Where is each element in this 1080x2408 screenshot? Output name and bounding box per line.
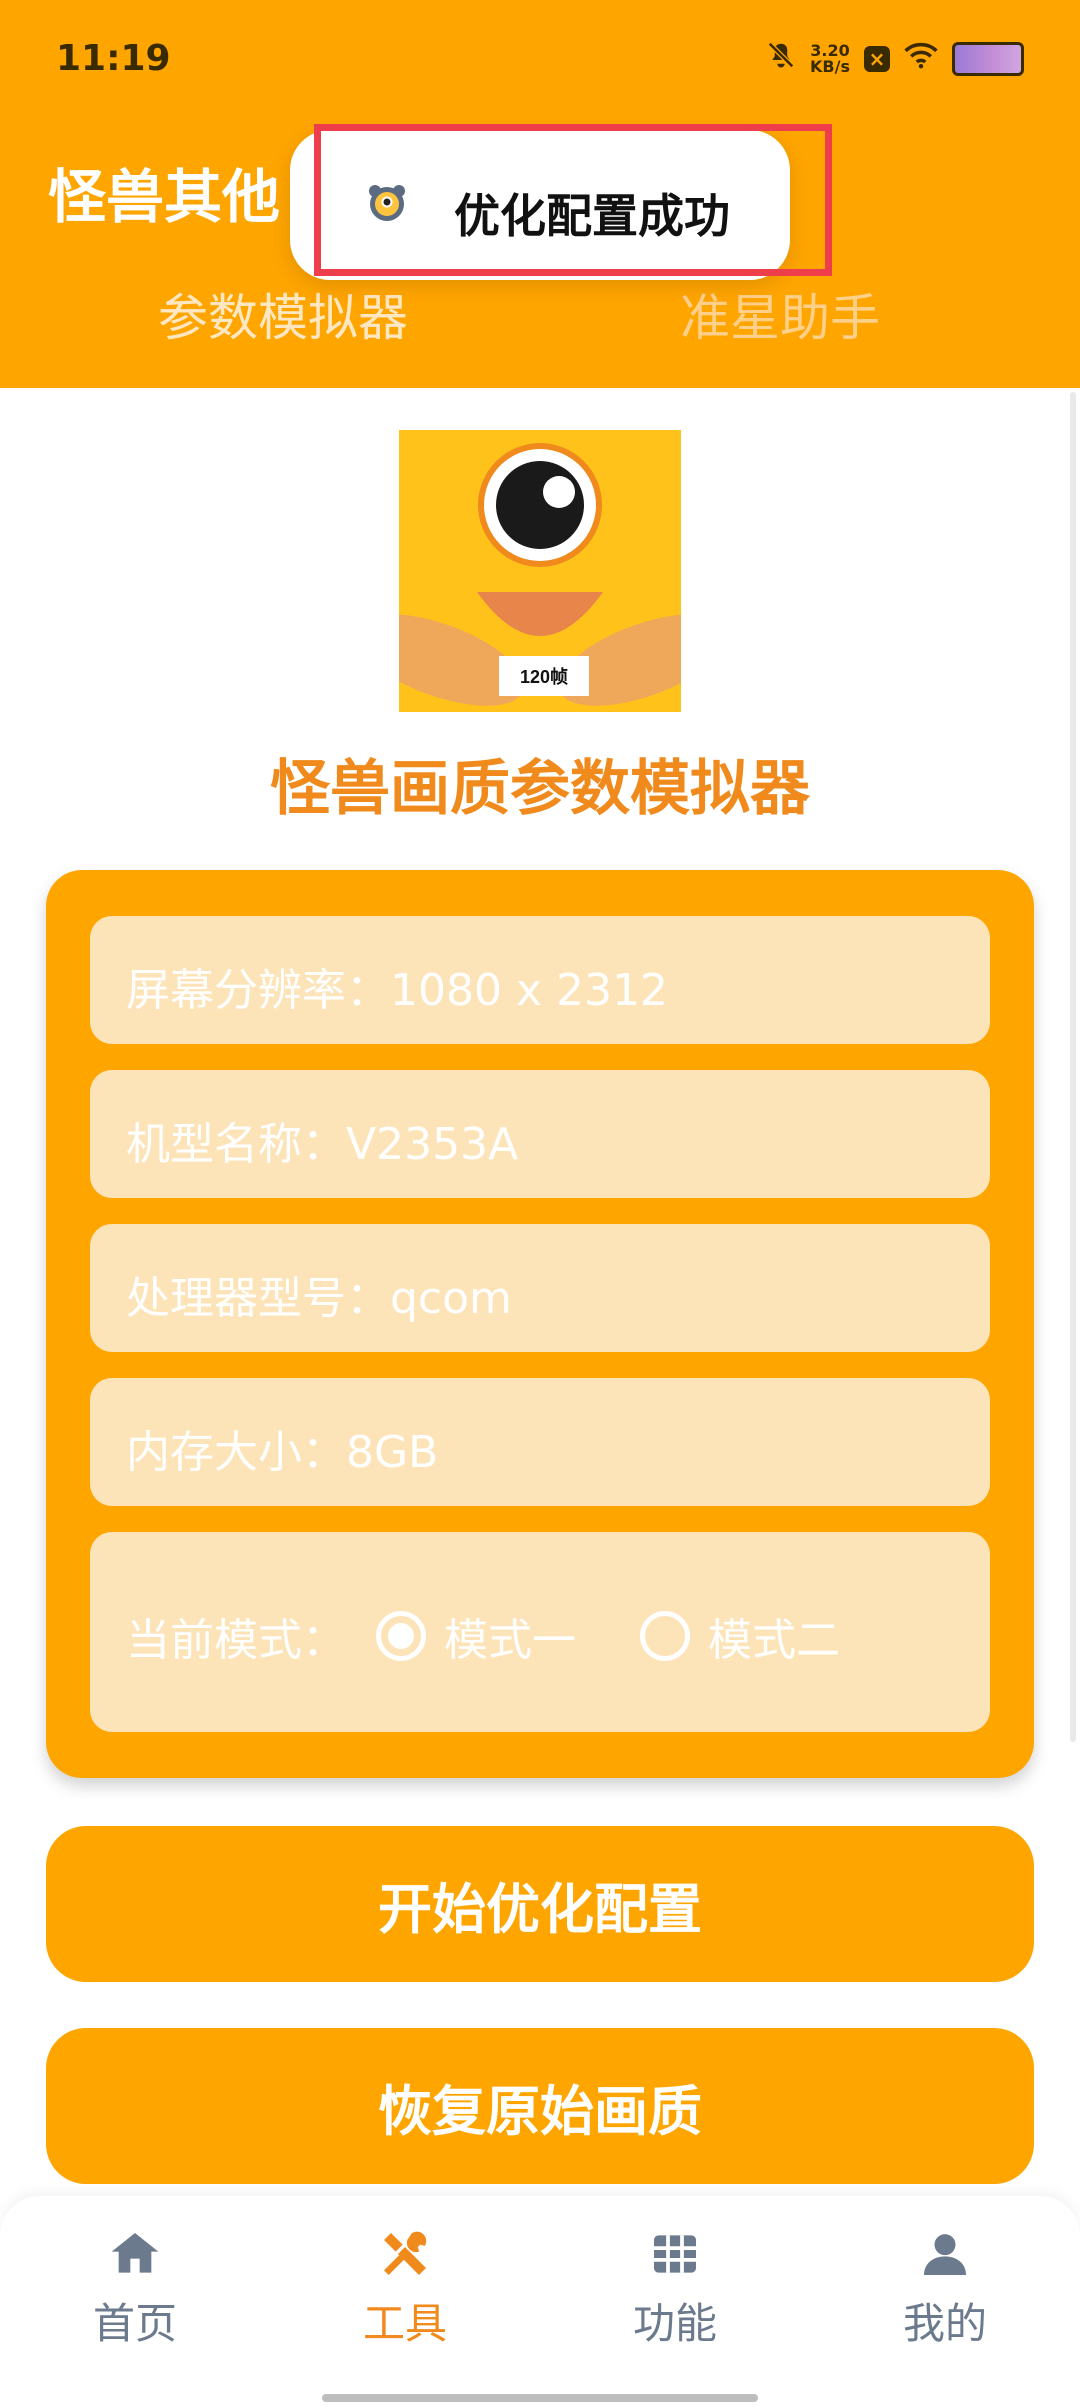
model-name-label: 机型名称：V2353A [126, 1119, 519, 1170]
resolution-label: 屏幕分辨率：1080 x 2312 [126, 965, 668, 1016]
mute-bell-icon [766, 40, 796, 77]
grid-icon [647, 2226, 703, 2282]
restore-quality-button[interactable]: 恢复原始画质 [46, 2028, 1034, 2184]
page-title: 怪兽其他 [48, 163, 281, 231]
tools-icon [377, 2226, 433, 2282]
nav-item-me[interactable]: 我的 [845, 2226, 1045, 2351]
nav-label-tools: 工具 [362, 2299, 447, 2348]
home-icon [107, 2226, 163, 2282]
model-name-field: 机型名称：V2353A [90, 1070, 990, 1198]
logo-label: 120帧 [520, 666, 568, 687]
tab-parameter-simulator[interactable]: 参数模拟器 [158, 278, 408, 350]
person-icon [917, 2226, 973, 2282]
top-tabs: 参数模拟器 准星助手 [0, 278, 1080, 358]
nav-item-functions[interactable]: 功能 [575, 2226, 775, 2351]
radio-selected-dot [388, 1623, 414, 1649]
start-optimize-button[interactable]: 开始优化配置 [46, 1826, 1034, 1982]
wifi-icon [904, 41, 938, 76]
mode-one-radio[interactable] [376, 1611, 426, 1661]
nav-item-tools[interactable]: 工具 [305, 2226, 505, 2351]
status-time: 11:19 [56, 38, 171, 79]
memory-field: 内存大小：8GB [90, 1378, 990, 1506]
mode-row: 当前模式： 模式一 模式二 [126, 1604, 840, 1668]
resolution-field: 屏幕分辨率：1080 x 2312 [90, 916, 990, 1044]
battery-icon [952, 41, 1024, 76]
mode-label: 当前模式： [126, 1615, 346, 1666]
network-speed-unit: KB/s [810, 56, 850, 76]
network-speed: 3.20 KB/s [810, 42, 850, 76]
home-indicator[interactable] [322, 2394, 758, 2402]
nav-label-home: 首页 [92, 2299, 177, 2348]
processor-label: 处理器型号：qcom [126, 1273, 512, 1324]
memory-label: 内存大小：8GB [126, 1427, 439, 1478]
tab-crosshair-assistant[interactable]: 准星助手 [680, 278, 880, 350]
scrollbar[interactable] [1070, 392, 1076, 1742]
main-title: 怪兽画质参数模拟器 [270, 754, 810, 824]
app-logo: 120帧 [353, 430, 730, 712]
nav-item-home[interactable]: 首页 [35, 2226, 235, 2351]
bottom-nav: 首页 工具 功能 我的 [0, 2196, 1080, 2408]
mode-two-label[interactable]: 模式二 [708, 1604, 840, 1668]
mode-one-label[interactable]: 模式一 [444, 1604, 576, 1668]
highlight-box [314, 124, 832, 276]
mode-field: 当前模式： 模式一 模式二 [90, 1532, 990, 1732]
nav-label-me: 我的 [902, 2299, 987, 2348]
processor-field: 处理器型号：qcom [90, 1224, 990, 1352]
nav-label-functions: 功能 [632, 2299, 717, 2348]
status-icons: 3.20 KB/s × [766, 40, 1024, 77]
mode-two-radio[interactable] [640, 1611, 690, 1661]
notification-x-icon: × [864, 45, 890, 72]
device-info-card: 屏幕分辨率：1080 x 2312 机型名称：V2353A 处理器型号：qcom… [46, 870, 1034, 1778]
